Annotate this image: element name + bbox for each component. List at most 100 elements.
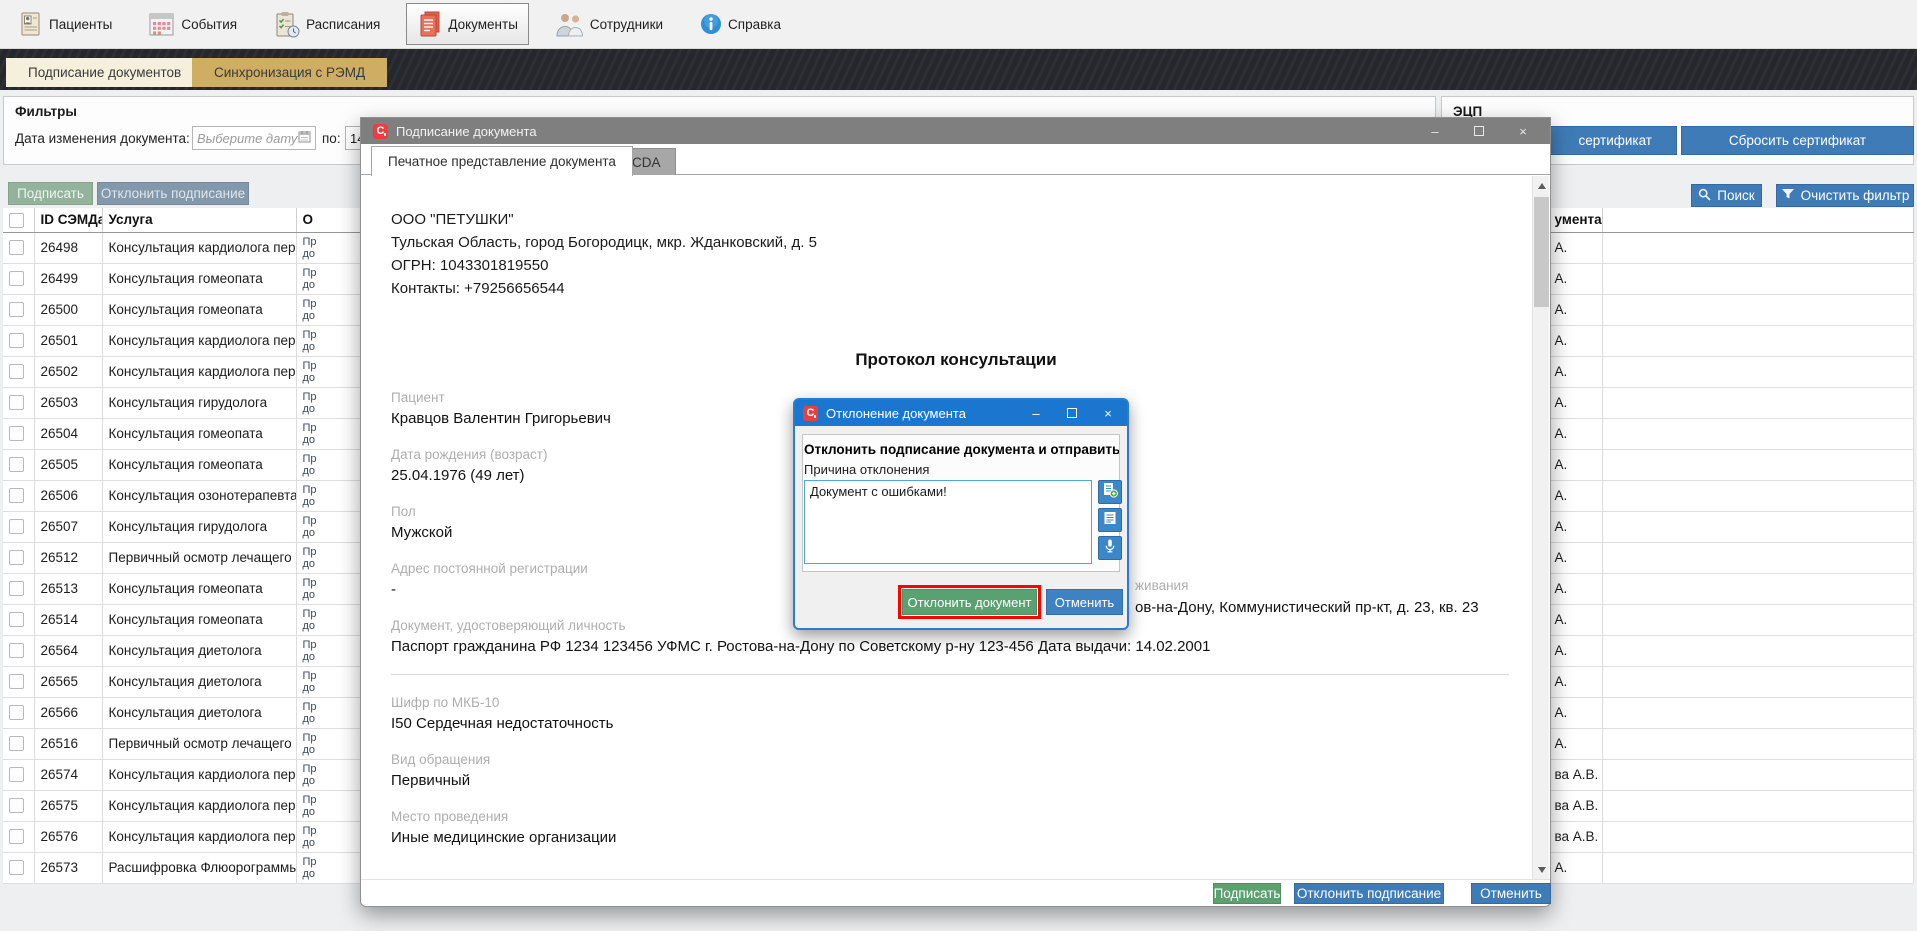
row-checkbox-cell[interactable] xyxy=(3,573,34,604)
row-service: Консультация гирудолога xyxy=(102,387,296,418)
field-label: Вид обращения xyxy=(391,752,1521,767)
row-checkbox-cell[interactable] xyxy=(3,480,34,511)
row-checkbox-cell[interactable] xyxy=(3,852,34,883)
row-checkbox[interactable] xyxy=(9,488,24,503)
search-button[interactable]: Поиск xyxy=(1691,184,1762,207)
select-all-checkbox[interactable] xyxy=(9,213,24,228)
tab-signing-documents[interactable]: Подписание документов xyxy=(6,58,203,87)
cancel-button-dialog[interactable]: Отменить xyxy=(1046,589,1123,615)
sign-button-modal[interactable]: Подписать xyxy=(1213,883,1281,904)
row-checkbox[interactable] xyxy=(9,519,24,534)
document-scrollbar[interactable] xyxy=(1532,176,1549,879)
select-all-header[interactable] xyxy=(3,208,34,232)
row-empty-cell xyxy=(1602,697,1914,728)
org-address: Тульская Область, город Богородицк, мкр.… xyxy=(391,231,1521,254)
toolbar-item-patients[interactable]: Пациенты xyxy=(8,5,122,43)
row-checkbox-cell[interactable] xyxy=(3,728,34,759)
row-checkbox[interactable] xyxy=(9,302,24,317)
calendar-small-icon[interactable] xyxy=(298,130,311,146)
row-checkbox[interactable] xyxy=(9,860,24,875)
close-icon[interactable]: × xyxy=(1101,406,1115,421)
tab-print-view[interactable]: Печатное представление документа xyxy=(371,146,633,176)
toolbar-item-schedules[interactable]: Расписания xyxy=(263,5,390,44)
row-checkbox[interactable] xyxy=(9,798,24,813)
voice-input-button[interactable] xyxy=(1098,536,1122,560)
toolbar-item-documents[interactable]: Документы xyxy=(406,3,529,45)
row-checkbox[interactable] xyxy=(9,550,24,565)
add-template-button[interactable] xyxy=(1098,480,1122,504)
row-checkbox[interactable] xyxy=(9,829,24,844)
row-checkbox[interactable] xyxy=(9,426,24,441)
decline-signing-button-main[interactable]: Отклонить подписание xyxy=(97,182,249,205)
minimize-icon[interactable]: – xyxy=(1029,406,1043,421)
button-label: сертификат xyxy=(1579,133,1652,148)
row-empty-cell xyxy=(1602,294,1914,325)
field-label: Место проведения xyxy=(391,809,1521,824)
toolbar-item-events[interactable]: События xyxy=(138,5,247,43)
date-from-input[interactable]: Выберите дату xyxy=(192,126,316,150)
row-checkbox[interactable] xyxy=(9,395,24,410)
row-checkbox-cell[interactable] xyxy=(3,387,34,418)
maximize-icon[interactable] xyxy=(1065,406,1079,421)
decline-document-button[interactable]: Отклонить документ xyxy=(902,589,1037,615)
row-checkbox[interactable] xyxy=(9,457,24,472)
reset-certificate-button[interactable]: Сбросить сертификат xyxy=(1681,126,1914,155)
row-checkbox-cell[interactable] xyxy=(3,418,34,449)
scroll-up-icon[interactable] xyxy=(1533,176,1550,195)
row-checkbox[interactable] xyxy=(9,736,24,751)
row-checkbox-cell[interactable] xyxy=(3,697,34,728)
decline-signing-button-modal[interactable]: Отклонить подписание xyxy=(1294,883,1444,904)
row-author-fragment: ва А.В. xyxy=(1548,790,1602,821)
modal-titlebar[interactable]: C Подписание документа – × xyxy=(361,118,1550,144)
row-checkbox[interactable] xyxy=(9,643,24,658)
row-checkbox[interactable] xyxy=(9,674,24,689)
dialog-titlebar[interactable]: C Отклонение документа – × xyxy=(795,400,1127,426)
row-checkbox-cell[interactable] xyxy=(3,294,34,325)
row-checkbox-cell[interactable] xyxy=(3,511,34,542)
row-service: Консультация кардиолога первичная xyxy=(102,325,296,356)
reason-textarea[interactable]: Документ с ошибками! xyxy=(804,480,1092,564)
date-placeholder: Выберите дату xyxy=(197,131,298,146)
row-checkbox[interactable] xyxy=(9,612,24,627)
cancel-button-modal[interactable]: Отменить xyxy=(1471,883,1551,904)
toolbar-item-employees[interactable]: Сотрудники xyxy=(545,5,673,43)
row-checkbox-cell[interactable] xyxy=(3,821,34,852)
row-checkbox-cell[interactable] xyxy=(3,790,34,821)
row-checkbox-cell[interactable] xyxy=(3,604,34,635)
row-checkbox-cell[interactable] xyxy=(3,666,34,697)
row-empty-cell xyxy=(1602,263,1914,294)
clear-filter-icon xyxy=(1781,188,1795,203)
row-checkbox[interactable] xyxy=(9,767,24,782)
tab-sync-remd[interactable]: Синхронизация с РЭМД xyxy=(192,58,387,87)
row-checkbox-cell[interactable] xyxy=(3,759,34,790)
close-icon[interactable]: × xyxy=(1516,124,1530,139)
row-checkbox[interactable] xyxy=(9,240,24,255)
row-checkbox[interactable] xyxy=(9,271,24,286)
minimize-icon[interactable]: – xyxy=(1428,124,1442,139)
scroll-down-icon[interactable] xyxy=(1533,860,1550,879)
maximize-icon[interactable] xyxy=(1472,124,1486,139)
sign-button-main[interactable]: Подписать xyxy=(8,182,93,205)
row-checkbox-cell[interactable] xyxy=(3,542,34,573)
templates-button[interactable] xyxy=(1098,508,1122,532)
row-checkbox[interactable] xyxy=(9,705,24,720)
row-checkbox-cell[interactable] xyxy=(3,635,34,666)
row-empty-cell xyxy=(1602,232,1914,263)
row-checkbox[interactable] xyxy=(9,333,24,348)
org-name: ООО "ПЕТУШКИ" xyxy=(391,208,1521,231)
toolbar-label: Сотрудники xyxy=(590,17,663,32)
row-checkbox-cell[interactable] xyxy=(3,356,34,387)
clear-filter-button[interactable]: Очистить фильтр xyxy=(1776,184,1914,207)
row-semd-id: 26574 xyxy=(34,759,102,790)
row-checkbox-cell[interactable] xyxy=(3,232,34,263)
row-checkbox-cell[interactable] xyxy=(3,325,34,356)
row-checkbox[interactable] xyxy=(9,581,24,596)
row-checkbox[interactable] xyxy=(9,364,24,379)
row-checkbox-cell[interactable] xyxy=(3,263,34,294)
row-semd-id: 26565 xyxy=(34,666,102,697)
scrollbar-thumb[interactable] xyxy=(1534,197,1549,307)
toolbar-item-help[interactable]: Справка xyxy=(689,6,791,42)
row-service: Консультация диетолога xyxy=(102,666,296,697)
row-checkbox-cell[interactable] xyxy=(3,449,34,480)
app-logo-icon: C xyxy=(803,406,818,421)
